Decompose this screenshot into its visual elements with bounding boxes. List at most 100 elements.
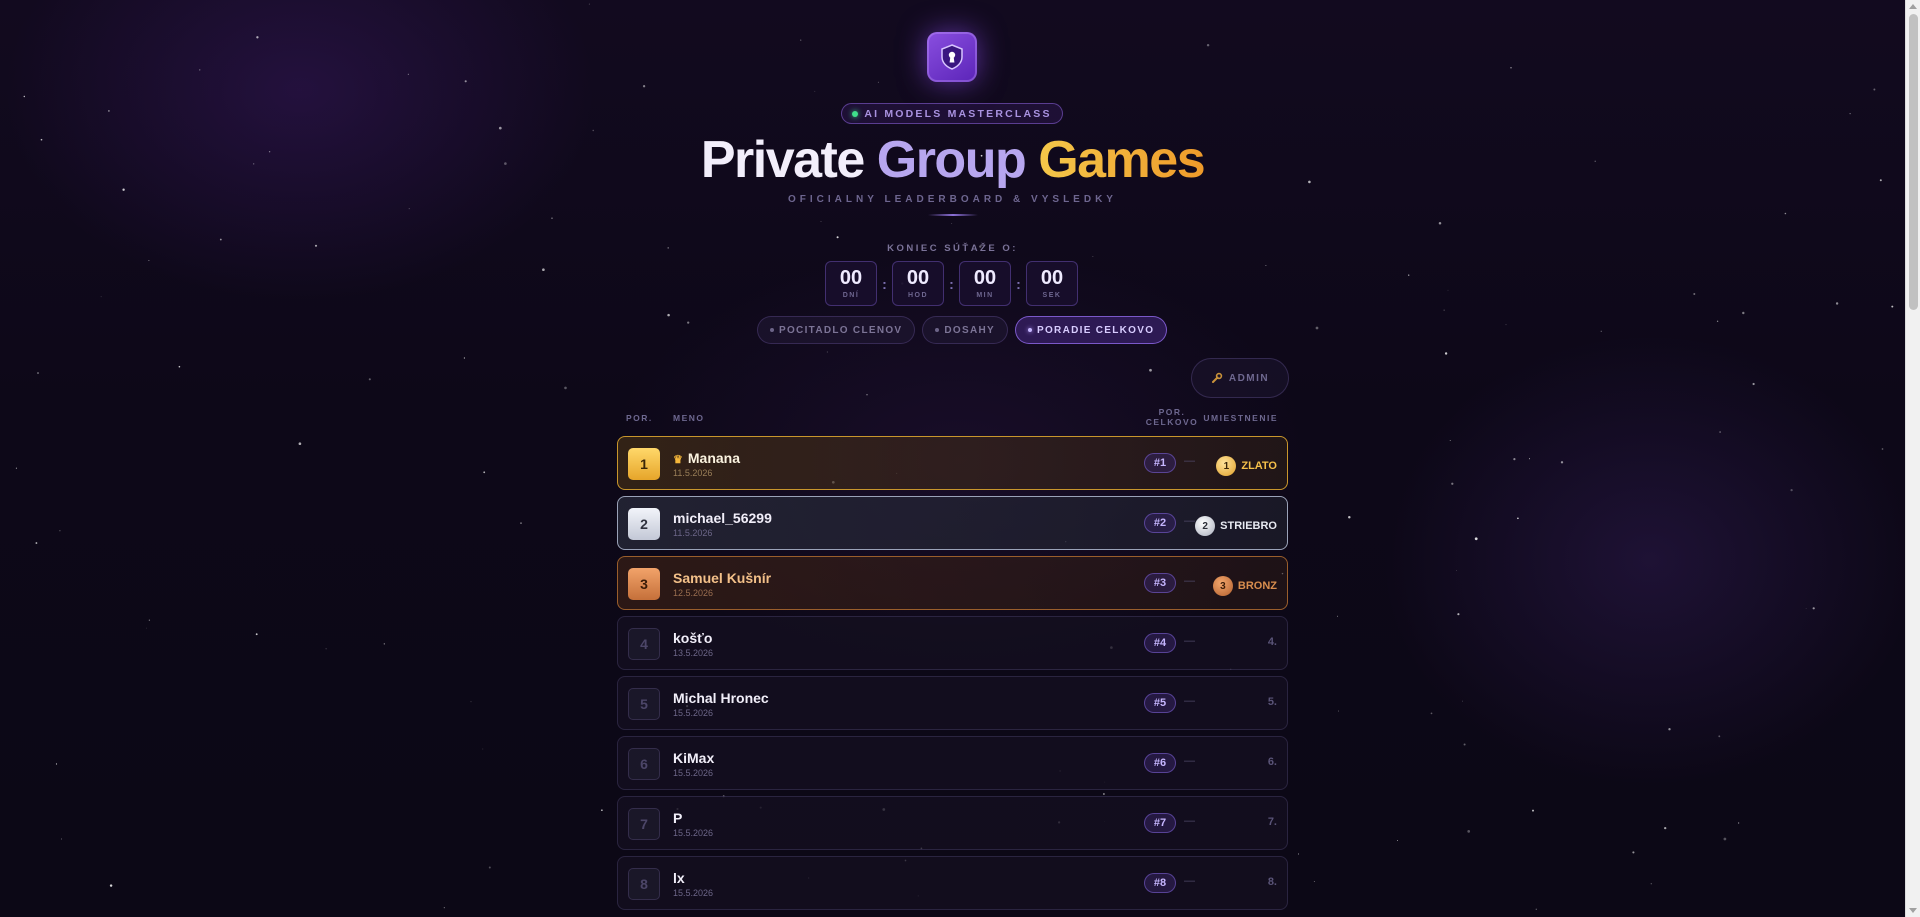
change-indicator: — <box>1184 755 1195 767</box>
header-rank: POR. <box>626 413 653 423</box>
placement-label: 4. <box>1267 636 1277 648</box>
table-row[interactable]: 1 ♛ Manana 11.5.2026 #1 — 1 ZLATO <box>617 436 1288 490</box>
countdown-hours: 00 HOD <box>892 261 944 306</box>
player-name-cell: lx <box>673 870 685 886</box>
countdown-timer: 00 DNÍ : 00 HOD : 00 MIN : 00 SEK <box>825 261 1078 306</box>
tab-achievements[interactable]: DOSAHY <box>922 316 1008 344</box>
header-overall-line2: CELKOVO <box>1145 417 1199 427</box>
scrollbar-thumb[interactable] <box>1909 14 1918 310</box>
tab-overall-ranking[interactable]: PORADIE CELKOVO <box>1015 316 1168 344</box>
countdown-value: 00 <box>839 267 863 289</box>
rank-number: 5 <box>628 688 660 720</box>
player-name: košťo <box>673 630 713 646</box>
placement-label: 5. <box>1267 696 1277 708</box>
player-name: P <box>673 810 683 826</box>
player-name: michael_56299 <box>673 510 772 526</box>
tab-label: POCITADLO CLENOV <box>779 324 903 336</box>
tab-member-counter[interactable]: POCITADLO CLENOV <box>757 316 916 344</box>
table-row[interactable]: 7 P 15.5.2026 #7 — 7. <box>617 796 1288 850</box>
placement: 4. <box>1268 636 1277 648</box>
overall-rank-badge: #2 <box>1144 513 1176 533</box>
masterclass-badge: AI MODELS MASTERCLASS <box>841 103 1063 124</box>
tab-dot-icon <box>770 328 774 332</box>
countdown-unit: SEK <box>1042 292 1062 299</box>
page-subtitle: OFICIALNY LEADERBOARD & VYSLEDKY <box>788 194 1117 205</box>
title-word-3: Games <box>1038 131 1205 189</box>
join-date: 12.5.2026 <box>673 588 714 598</box>
player-name-cell: KiMax <box>673 750 714 766</box>
player-name-cell: Samuel Kušnír <box>673 570 771 586</box>
countdown-seconds: 00 SEK <box>1026 261 1078 306</box>
wrench-icon <box>1211 372 1223 383</box>
rank-number: 1 <box>628 448 660 480</box>
player-name-cell: michael_56299 <box>673 510 772 526</box>
medal-icon: 2 <box>1195 516 1216 536</box>
table-row[interactable]: 3 Samuel Kušnír 12.5.2026 #3 — 3 BRONZ <box>617 556 1288 610</box>
overall-rank-badge: #1 <box>1144 453 1176 473</box>
placement: 5. <box>1268 696 1277 708</box>
rank-number: 3 <box>628 568 660 600</box>
join-date: 13.5.2026 <box>673 648 714 658</box>
countdown-value: 00 <box>906 267 930 289</box>
join-date: 15.5.2026 <box>673 708 714 718</box>
table-row[interactable]: 8 lx 15.5.2026 #8 — 8. <box>617 856 1288 910</box>
placement-label: 8. <box>1267 876 1277 888</box>
crown-icon: ♛ <box>673 454 683 466</box>
table-row[interactable]: 5 Michal Hronec 15.5.2026 #5 — 5. <box>617 676 1288 730</box>
tab-label: DOSAHY <box>944 324 995 336</box>
countdown-label: KONIEC SÚŤAŽE O: <box>887 243 1018 254</box>
overall-rank-badge: #6 <box>1144 753 1176 773</box>
placement: 1 ZLATO <box>1216 456 1277 476</box>
player-name: Michal Hronec <box>673 690 769 706</box>
table-row[interactable]: 2 michael_56299 11.5.2026 #2—2 STRIEBRO <box>617 496 1288 550</box>
placement-label: STRIEBRO <box>1220 520 1277 532</box>
placement: 8. <box>1268 876 1277 888</box>
overall-rank-badge: #5 <box>1144 693 1176 713</box>
scroll-up-arrow-icon[interactable] <box>1909 4 1917 9</box>
player-name-cell: P <box>673 810 682 826</box>
overall-rank-badge: #4 <box>1144 633 1176 653</box>
tab-dot-icon <box>935 328 940 332</box>
change-indicator: — <box>1184 575 1195 587</box>
medal-icon: 1 <box>1216 456 1237 476</box>
table-row[interactable]: 6 KiMax 15.5.2026 #6 — 6. <box>617 736 1288 790</box>
header-name: MENO <box>673 413 705 423</box>
table-row[interactable]: 4 košťo 13.5.2026 #4 — 4. <box>617 616 1288 670</box>
placement: 7. <box>1268 816 1277 828</box>
change-indicator: — <box>1184 815 1195 827</box>
change-indicator: — <box>1184 875 1195 887</box>
player-name: Samuel Kušnír <box>673 570 772 586</box>
admin-button[interactable]: ADMIN <box>1191 358 1289 398</box>
status-dot-icon <box>852 110 859 117</box>
scrollbar[interactable] <box>1905 0 1920 917</box>
change-indicator: — <box>1184 515 1195 527</box>
countdown-minutes: 00 MIN <box>959 261 1011 306</box>
page: AI MODELS MASTERCLASS Private Group Game… <box>0 0 1905 917</box>
overall-rank-badge: #3 <box>1144 573 1176 593</box>
join-date: 11.5.2026 <box>673 468 713 478</box>
header-overall-line1: POR. <box>1158 407 1186 417</box>
badge-label: AI MODELS MASTERCLASS <box>864 107 1052 120</box>
countdown-unit: HOD <box>907 292 929 299</box>
player-name-cell: Michal Hronec <box>673 690 769 706</box>
scroll-down-arrow-icon[interactable] <box>1909 908 1917 913</box>
countdown-value: 00 <box>1040 267 1064 289</box>
join-date: 15.5.2026 <box>673 768 714 778</box>
logo <box>927 32 977 82</box>
tab-label: PORADIE CELKOVO <box>1037 324 1155 336</box>
countdown-value: 00 <box>973 267 997 289</box>
rank-number: 6 <box>628 748 660 780</box>
placement: 3 BRONZ <box>1212 576 1277 596</box>
countdown-separator: : <box>949 275 954 292</box>
tab-dot-icon <box>1028 328 1032 332</box>
title-word-2: Group <box>876 131 1027 189</box>
title-word-1: Private <box>700 131 865 189</box>
placement-label: ZLATO <box>1241 460 1277 472</box>
placement-label: 6. <box>1267 756 1277 768</box>
change-indicator: — <box>1184 695 1195 707</box>
medal-icon: 3 <box>1212 576 1233 596</box>
admin-label: ADMIN <box>1228 372 1270 384</box>
placement: 6. <box>1268 756 1277 768</box>
rank-number: 2 <box>628 508 660 540</box>
rank-number: 4 <box>628 628 660 660</box>
